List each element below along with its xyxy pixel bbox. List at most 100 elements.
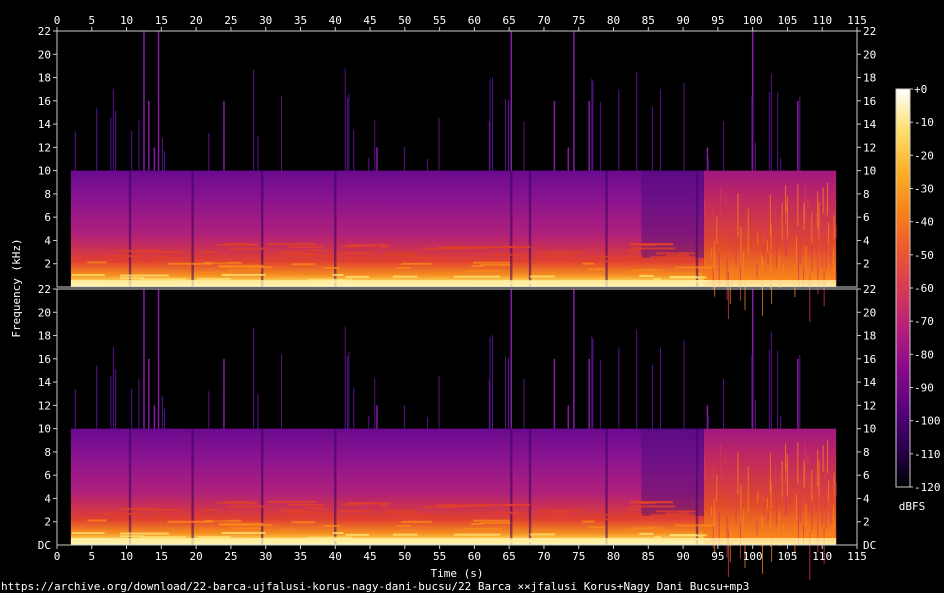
- y-tick-label: 10: [863, 423, 876, 436]
- harmonic-streak: [428, 530, 465, 533]
- harmonic-streak: [345, 275, 370, 278]
- harmonic-streak: [291, 263, 316, 266]
- harmonic-streak: [380, 246, 388, 249]
- tonal-fleck: [781, 202, 783, 240]
- harmonic-streak: [216, 243, 258, 246]
- y-tick-label: 16: [863, 95, 876, 108]
- tonal-fleck: [804, 185, 806, 221]
- x-tick-label: 30: [259, 14, 272, 27]
- x-tick-label: 15: [155, 14, 168, 27]
- harmonic-streak: [323, 267, 340, 270]
- y-tick-label: 12: [863, 399, 876, 412]
- y-tick-label: 4: [863, 492, 870, 505]
- harmonic-streak: [348, 244, 376, 247]
- harmonic-streak: [280, 251, 304, 254]
- x-tick-label: 70: [537, 14, 550, 27]
- tonal-fleck: [819, 473, 821, 497]
- tonal-fleck: [825, 486, 827, 528]
- y-tick-label: 12: [38, 399, 51, 412]
- tonal-fleck: [803, 202, 805, 231]
- colorbar-tick-label: -100: [914, 415, 941, 428]
- tonal-fleck: [807, 197, 809, 209]
- x-tick-label: 25: [224, 550, 237, 563]
- harmonic-streak: [140, 536, 187, 539]
- colorbar-tick-label: +0: [914, 83, 927, 96]
- tonal-fleck: [797, 184, 799, 226]
- harmonic-streak: [306, 507, 328, 510]
- harmonic-streak: [653, 536, 661, 539]
- x-axis-label: Time (s): [431, 567, 484, 580]
- tonal-fleck: [731, 481, 733, 508]
- harmonic-streak: [645, 272, 685, 275]
- x-tick-label: 80: [607, 550, 620, 563]
- tonal-fleck: [743, 251, 745, 285]
- harmonic-streak: [351, 260, 395, 263]
- y-tick-label: 18: [863, 330, 876, 343]
- harmonic-streak: [197, 535, 232, 538]
- tonal-fleck: [824, 461, 826, 508]
- harmonic-streak: [491, 511, 526, 514]
- harmonic-streak: [393, 275, 418, 278]
- x-tick-label: 95: [711, 550, 724, 563]
- tonal-fleck: [833, 472, 835, 498]
- harmonic-streak: [587, 268, 606, 271]
- colorbar-tick-label: -80: [914, 348, 934, 361]
- tonal-fleck: [744, 272, 746, 311]
- tonal-fleck: [805, 212, 807, 246]
- harmonic-streak: [626, 508, 639, 511]
- y-tick-label: 8: [44, 188, 51, 201]
- tonal-fleck: [808, 213, 810, 255]
- harmonic-streak: [136, 508, 182, 511]
- x-tick-label: 110: [812, 14, 832, 27]
- harmonic-streak: [199, 529, 237, 532]
- x-tick-label: 50: [398, 14, 411, 27]
- tonal-fleck: [804, 443, 806, 479]
- y-tick-label: 14: [38, 376, 52, 389]
- tonal-fleck: [747, 466, 749, 514]
- tonal-fleck: [785, 494, 787, 515]
- harmonic-streak: [396, 266, 411, 269]
- tonal-fleck: [788, 235, 790, 245]
- harmonic-streak: [322, 255, 331, 258]
- harmonic-streak: [540, 255, 568, 258]
- harmonic-streak: [332, 531, 344, 534]
- y-tick-label: 20: [863, 306, 876, 319]
- x-tick-label: 85: [642, 550, 655, 563]
- harmonic-streak: [338, 509, 374, 512]
- x-tick-label: 15: [155, 550, 168, 563]
- x-tick-label: 105: [777, 14, 797, 27]
- y-tick-label: 16: [38, 353, 51, 366]
- x-tick-label: 75: [572, 550, 585, 563]
- harmonic-streak: [70, 529, 117, 532]
- harmonic-streak: [414, 515, 451, 518]
- harmonic-streak: [443, 246, 461, 249]
- tonal-fleck: [775, 497, 777, 526]
- y-tick-label: 12: [38, 141, 51, 154]
- harmonic-streak: [587, 526, 606, 529]
- x-tick-label: 50: [398, 550, 411, 563]
- tonal-fleck: [811, 245, 813, 273]
- phrase-gap: [128, 170, 132, 287]
- tonal-fleck: [762, 273, 764, 316]
- harmonic-streak: [529, 533, 555, 536]
- tonal-fleck: [767, 512, 769, 523]
- harmonic-streak: [591, 513, 613, 516]
- harmonic-streak: [624, 513, 643, 516]
- y-tick-label: 8: [863, 446, 870, 459]
- colorbar-tick-label: -60: [914, 282, 934, 295]
- phrase-gap: [334, 170, 337, 287]
- harmonic-streak: [306, 249, 328, 252]
- tonal-fleck: [737, 451, 739, 495]
- harmonic-streak: [167, 520, 213, 523]
- harmonic-streak: [323, 525, 340, 528]
- harmonic-streak: [464, 269, 502, 272]
- tonal-fleck: [704, 455, 706, 499]
- phrase-gap: [191, 170, 194, 287]
- harmonic-streak: [700, 524, 711, 527]
- y-tick-label: 16: [38, 95, 51, 108]
- harmonic-streak: [650, 255, 696, 258]
- tonal-fleck: [756, 521, 758, 536]
- harmonic-streak: [281, 271, 295, 274]
- harmonic-streak: [582, 262, 595, 265]
- harmonic-streak: [655, 252, 696, 255]
